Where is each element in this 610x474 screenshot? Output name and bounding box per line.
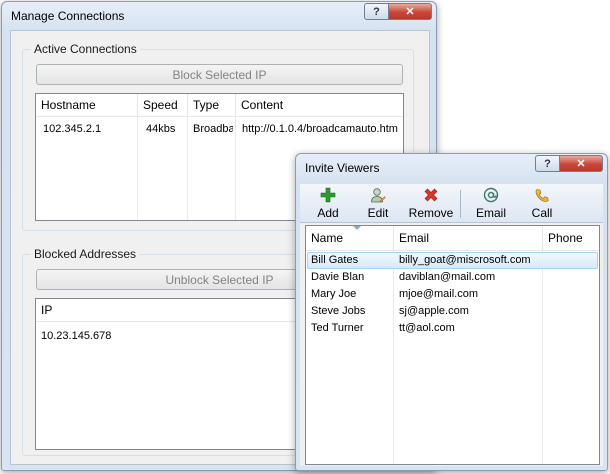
column-divider <box>542 250 543 464</box>
contact-email: sj@apple.com <box>399 305 469 317</box>
invite-titlebar[interactable]: Invite Viewers ? ✕ <box>296 154 607 182</box>
call-label: Call <box>531 206 553 220</box>
at-icon <box>483 187 499 203</box>
invite-toolbar: Add Edit Remove Email Call <box>300 184 603 223</box>
active-connections-label: Active Connections <box>31 42 140 56</box>
column-type[interactable]: Type <box>188 94 236 116</box>
list-item[interactable]: 10.23.145.678 <box>41 330 111 342</box>
close-icon[interactable]: ✕ <box>388 3 432 20</box>
manage-window-title: Manage Connections <box>11 9 125 23</box>
contact-name: Mary Joe <box>311 288 357 300</box>
active-list-header: Hostname Speed Type Content <box>36 94 403 117</box>
column-hostname[interactable]: Hostname <box>36 94 138 116</box>
call-button[interactable]: Call <box>520 184 564 222</box>
help-icon[interactable]: ? <box>535 155 560 172</box>
help-icon[interactable]: ? <box>364 3 389 20</box>
manage-titlebar[interactable]: Manage Connections ? ✕ <box>2 2 436 30</box>
column-divider <box>235 116 236 220</box>
row-speed: 44kbs <box>146 123 176 135</box>
column-name[interactable]: Name <box>306 226 394 250</box>
invite-window-title: Invite Viewers <box>305 161 380 175</box>
x-icon <box>424 188 438 202</box>
contacts-list-header: Name Email Phone <box>306 226 599 251</box>
plus-icon <box>320 187 336 203</box>
row-hostname: 102.345.2.1 <box>43 123 102 135</box>
contact-name: Davie Blan <box>311 271 365 283</box>
blocked-addresses-label: Blocked Addresses <box>31 247 140 261</box>
email-button[interactable]: Email <box>466 184 516 222</box>
user-edit-icon <box>371 188 386 203</box>
invite-viewers-window: Invite Viewers ? ✕ Add Edit Remove Email… <box>295 153 608 471</box>
contact-email: billy_goat@miscrosoft.com <box>399 254 531 266</box>
contact-name: Ted Turner <box>311 322 364 334</box>
remove-button[interactable]: Remove <box>404 184 458 222</box>
column-phone[interactable]: Phone <box>543 226 599 250</box>
column-speed[interactable]: Speed <box>138 94 188 116</box>
contact-name: Bill Gates <box>311 254 359 266</box>
contact-name: Steve Jobs <box>311 305 366 317</box>
contact-email: daviblan@mail.com <box>399 271 496 283</box>
row-content: http://0.1.0.4/broadcamauto.htm <box>242 123 398 135</box>
block-selected-ip-button[interactable]: Block Selected IP <box>36 64 403 85</box>
column-divider <box>137 116 138 220</box>
phone-icon <box>535 189 549 202</box>
contacts-list[interactable]: Name Email Phone Bill Gates billy_goat@m… <box>305 225 600 465</box>
column-email[interactable]: Email <box>394 226 543 250</box>
contact-email: mjoe@mail.com <box>399 288 479 300</box>
column-content[interactable]: Content <box>236 94 403 116</box>
sort-arrow-icon <box>353 226 361 230</box>
row-type: Broadba <box>193 123 233 135</box>
edit-label: Edit <box>367 206 389 220</box>
add-button[interactable]: Add <box>306 184 350 222</box>
edit-button[interactable]: Edit <box>356 184 400 222</box>
add-label: Add <box>317 206 339 220</box>
column-divider <box>187 116 188 220</box>
remove-label: Remove <box>408 206 454 220</box>
column-divider <box>393 250 394 464</box>
email-label: Email <box>475 206 506 220</box>
toolbar-separator <box>460 190 461 218</box>
contact-email: tt@aol.com <box>399 322 455 334</box>
close-icon[interactable]: ✕ <box>559 155 603 172</box>
